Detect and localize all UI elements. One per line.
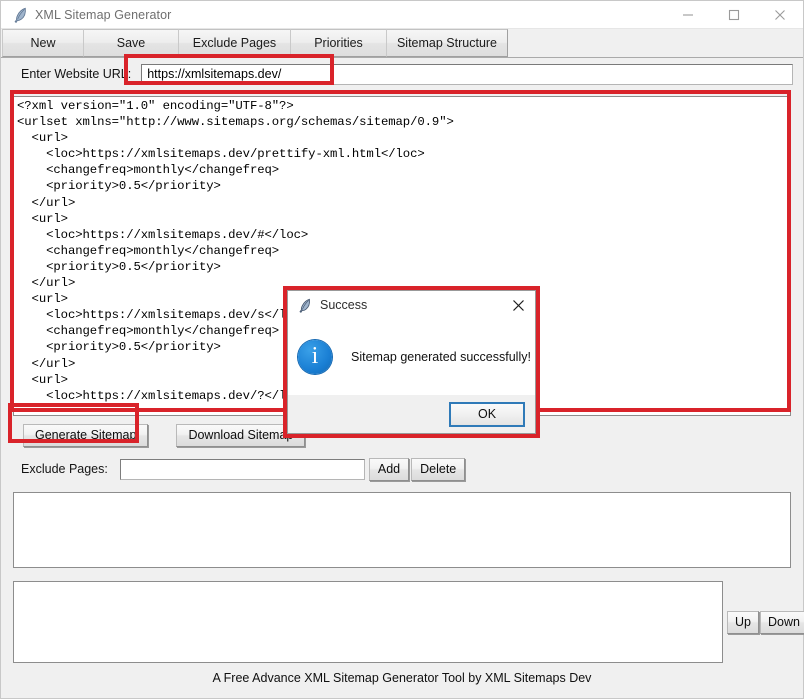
dialog-message: Sitemap generated successfully! xyxy=(351,350,531,364)
tab-bar: New Save Exclude Pages Priorities Sitema… xyxy=(1,29,803,58)
sitemap-order-area: Up Down xyxy=(13,581,804,663)
url-row: Enter Website URL: xyxy=(1,58,803,90)
move-up-button[interactable]: Up xyxy=(727,611,759,634)
tab-save[interactable]: Save xyxy=(83,29,179,57)
exclude-pages-list[interactable] xyxy=(13,492,791,568)
add-button[interactable]: Add xyxy=(368,457,410,481)
minimize-icon[interactable] xyxy=(665,2,711,28)
dialog-ok-button[interactable]: OK xyxy=(449,401,525,427)
success-dialog: Success i Sitemap generated successfully… xyxy=(287,290,536,434)
tab-exclude-pages[interactable]: Exclude Pages xyxy=(178,29,291,57)
dialog-body: i Sitemap generated successfully! xyxy=(288,319,535,395)
generate-sitemap-button[interactable]: Generate Sitemap xyxy=(23,423,149,447)
move-down-button[interactable]: Down xyxy=(759,611,804,634)
exclude-pages-label: Exclude Pages: xyxy=(21,462,108,476)
website-url-input[interactable] xyxy=(141,63,793,85)
info-icon: i xyxy=(298,340,332,374)
url-label: Enter Website URL: xyxy=(21,67,132,81)
exclude-pages-row: Exclude Pages: Add Delete xyxy=(1,454,803,484)
title-bar: XML Sitemap Generator xyxy=(1,1,803,29)
dialog-title-bar: Success xyxy=(288,291,535,319)
feather-icon xyxy=(294,295,316,315)
delete-button[interactable]: Delete xyxy=(411,457,466,481)
maximize-icon[interactable] xyxy=(711,2,757,28)
dialog-close-icon[interactable] xyxy=(501,292,535,318)
feather-icon xyxy=(7,5,33,25)
dialog-title: Success xyxy=(320,298,368,312)
tab-priorities[interactable]: Priorities xyxy=(290,29,387,57)
exclude-pages-input[interactable] xyxy=(119,458,365,480)
footer-text: A Free Advance XML Sitemap Generator Too… xyxy=(212,670,592,685)
tab-sitemap-structure[interactable]: Sitemap Structure xyxy=(386,29,508,57)
reorder-buttons: Up Down xyxy=(727,611,804,634)
close-icon[interactable] xyxy=(757,2,803,28)
dialog-footer: OK xyxy=(288,395,535,433)
window-title: XML Sitemap Generator xyxy=(35,7,172,22)
tab-new[interactable]: New xyxy=(2,29,84,57)
sitemap-structure-list[interactable] xyxy=(13,581,723,663)
